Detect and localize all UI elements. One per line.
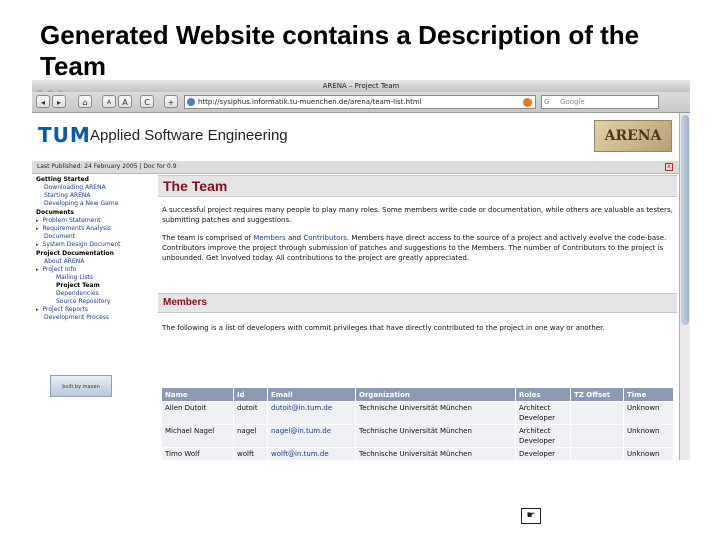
sidebar-item[interactable]: Mailing Lists [36, 274, 154, 282]
page-viewport: TUM Applied Software Engineering ARENA L… [32, 113, 679, 460]
sidebar-section-heading: Documents [36, 209, 74, 216]
forward-button[interactable]: ▸ [52, 95, 66, 108]
sidebar-item[interactable]: Project Info [36, 266, 154, 274]
sidebar-item[interactable]: System Design Document [36, 241, 154, 249]
back-button[interactable]: ◂ [36, 95, 50, 108]
sidebar-item[interactable]: Requirements Analysis [36, 225, 154, 233]
column-header: Id [233, 387, 268, 402]
table-row: Allen Dutoit dutoit dutoit@in.tum.de Techni… [161, 401, 674, 425]
slide-title: Generated Website contains a Description… [40, 20, 640, 81]
column-header: Organization [355, 387, 516, 402]
home-button[interactable]: ⌂ [78, 95, 92, 108]
members-heading-bar: Members [158, 293, 677, 313]
table-cell: dutoit [233, 401, 268, 425]
table-cell: Michael Nagel [161, 424, 234, 448]
table-cell: Allen Dutoit [161, 401, 234, 425]
site-header: TUM Applied Software Engineering ARENA [32, 113, 679, 159]
table-cell: nagel [233, 424, 268, 448]
tum-logo[interactable]: TUM [38, 123, 91, 147]
sidebar-section-heading: Getting Started [36, 176, 89, 183]
table-cell: Architect Developer [515, 401, 571, 425]
members-heading: Members [163, 297, 207, 308]
email-link[interactable]: dutoit@in.tum.de [267, 401, 356, 425]
table-cell: Timo Wolf [161, 447, 234, 460]
sidebar-item[interactable]: Starting ARENA [36, 192, 154, 200]
add-bookmark-button[interactable]: + [164, 95, 178, 108]
team-paragraph-and: and [285, 234, 304, 242]
table-cell [570, 424, 624, 448]
publish-status-text: Last Published: 24 February 2005 | Doc f… [37, 163, 177, 170]
table-header-row: Name Id Email Organization Roles TZ Offset Tim… [161, 387, 674, 402]
sidebar-item[interactable]: Document [36, 233, 154, 241]
table-cell [570, 401, 624, 425]
table-cell: Technische Universität München [355, 401, 516, 425]
close-icon[interactable]: x [665, 163, 673, 171]
slide-nav-icon[interactable]: ☛ [521, 508, 541, 524]
search-engine-icon[interactable]: G [544, 96, 549, 108]
sidebar-item[interactable]: Downloading ARENA [36, 184, 154, 192]
globe-icon [187, 98, 195, 106]
sidebar-item[interactable]: Development Process [36, 314, 154, 322]
window-title: ARENA – Project Team [322, 82, 400, 90]
font-larger-button[interactable]: A [118, 95, 132, 108]
email-link[interactable]: nagel@in.tum.de [267, 424, 356, 448]
rss-icon[interactable] [523, 98, 532, 107]
sidebar-item[interactable]: Dependencies [36, 290, 154, 298]
intro-paragraph: A successful project requires many peopl… [162, 206, 673, 224]
address-url[interactable]: http://sysiphus.informatik.tu-muenchen.d… [198, 96, 422, 108]
reload-button[interactable]: C [140, 95, 154, 108]
font-smaller-button[interactable]: A [102, 95, 116, 108]
column-header: Roles [515, 387, 571, 402]
page-heading: The Team [163, 178, 228, 194]
contributors-link[interactable]: Contributors [303, 234, 347, 242]
vertical-scrollbar[interactable] [679, 113, 690, 460]
members-link[interactable]: Members [253, 234, 285, 242]
sidebar-item[interactable]: Problem Statement [36, 217, 154, 225]
sidebar-item[interactable]: About ARENA [36, 258, 154, 266]
column-header: TZ Offset [570, 387, 624, 402]
table-cell: Unknown [623, 424, 674, 448]
sidebar-section-heading: Project Documentation [36, 250, 114, 257]
maven-badge[interactable]: built by maven [50, 375, 112, 397]
table-cell: Unknown [623, 401, 674, 425]
search-field[interactable]: G Google [541, 95, 659, 109]
table-cell: Developer [515, 447, 571, 460]
table-row: Michael Nagel nagel nagel@in.tum.de Technis… [161, 424, 674, 448]
team-heading-bar: The Team [158, 175, 677, 197]
column-header: Time [623, 387, 674, 402]
site-title: Applied Software Engineering [90, 127, 288, 144]
arena-logo[interactable]: ARENA [594, 120, 672, 152]
team-paragraph-prefix: The team is comprised of [162, 234, 254, 242]
main-content: The Team A successful project requires m… [158, 175, 677, 460]
members-table: Name Id Email Organization Roles TZ Offset Tim… [161, 387, 674, 460]
sidebar-nav: Getting Started Downloading ARENA Starting… [36, 175, 154, 460]
table-row: Timo Wolf wolft wolft@in.tum.de Technische … [161, 447, 674, 460]
sidebar-item[interactable]: Developing a New Game [36, 200, 154, 208]
search-placeholder: Google [560, 98, 585, 106]
table-body: Allen Dutoit dutoit dutoit@in.tum.de Techni… [161, 401, 674, 460]
email-link[interactable]: wolft@in.tum.de [267, 447, 356, 460]
team-paragraph: The team is comprised of Members and Con… [162, 233, 674, 263]
publish-status-bar: Last Published: 24 February 2005 | Doc f… [32, 161, 679, 174]
table-cell: Unknown [623, 447, 674, 460]
table-cell: Architect Developer [515, 424, 571, 448]
column-header: Name [161, 387, 234, 402]
table-cell: Technische Universität München [355, 447, 516, 460]
address-bar[interactable]: http://sysiphus.informatik.tu-muenchen.d… [184, 95, 536, 109]
scrollbar-thumb[interactable] [681, 115, 689, 325]
sidebar-item[interactable]: Project Team [36, 282, 154, 290]
browser-toolbar: ◂ ▸ ⌂ A A C + http://sysiphus.informatik… [32, 92, 690, 113]
table-cell: Technische Universität München [355, 424, 516, 448]
sidebar-list: Getting Started Downloading ARENA Starting… [36, 176, 154, 322]
sidebar-item[interactable]: Project Reports [36, 306, 154, 314]
column-header: Email [267, 387, 356, 402]
table-cell [570, 447, 624, 460]
table-cell: wolft [233, 447, 268, 460]
members-description: The following is a list of developers wi… [162, 324, 605, 332]
browser-titlebar: ARENA – Project Team [32, 80, 690, 97]
browser-window: ARENA – Project Team ◂ ▸ ⌂ A A C + http:… [32, 80, 690, 460]
sidebar-item[interactable]: Source Repository [36, 298, 154, 306]
